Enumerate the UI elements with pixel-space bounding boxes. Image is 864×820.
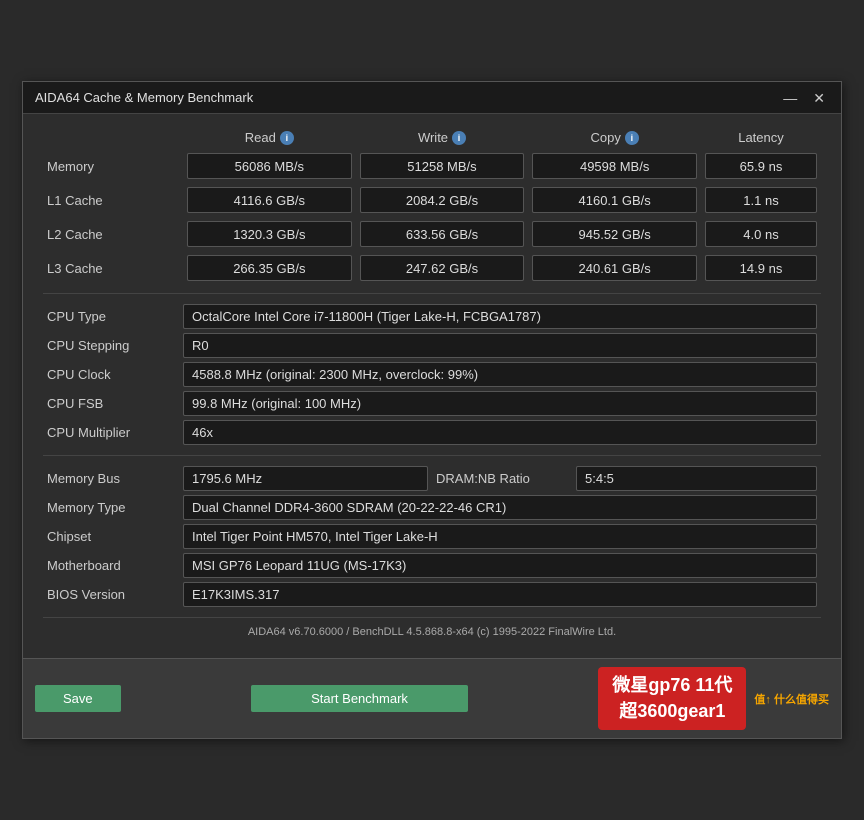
mem-info-row-2: Chipset Intel Tiger Point HM570, Intel T… xyxy=(43,524,821,549)
mem-value-0-b: 5:4:5 xyxy=(576,466,817,491)
mem-info-row-4: BIOS Version E17K3IMS.317 xyxy=(43,582,821,607)
l2cache-copy-value: 945.52 GB/s xyxy=(532,221,697,247)
l1cache-write-value: 2084.2 GB/s xyxy=(360,187,525,213)
l2cache-label: L2 Cache xyxy=(43,227,183,242)
cpu-info-value-1: R0 xyxy=(183,333,817,358)
l3cache-copy-cell: 240.61 GB/s xyxy=(532,255,697,281)
divider-1 xyxy=(43,293,821,294)
cpu-info-label-2: CPU Clock xyxy=(43,367,183,382)
l3cache-row: L3 Cache 266.35 GB/s 247.62 GB/s 240.61 … xyxy=(43,253,821,283)
l2cache-copy-cell: 945.52 GB/s xyxy=(532,221,697,247)
mem-info-row-0: Memory Bus 1795.6 MHz DRAM:NB Ratio 5:4:… xyxy=(43,466,821,491)
mem-info-label-3: Motherboard xyxy=(43,558,183,573)
cpu-info-section: CPU Type OctalCore Intel Core i7-11800H … xyxy=(43,304,821,445)
l1cache-label: L1 Cache xyxy=(43,193,183,208)
mem-info-value-2: Intel Tiger Point HM570, Intel Tiger Lak… xyxy=(183,524,817,549)
window-controls: — ✕ xyxy=(779,91,829,105)
mem-label-0-a: Memory Bus xyxy=(43,471,183,486)
l2cache-read-value: 1320.3 GB/s xyxy=(187,221,352,247)
l3cache-read-value: 266.35 GB/s xyxy=(187,255,352,281)
l1cache-copy-cell: 4160.1 GB/s xyxy=(532,187,697,213)
cpu-info-label-0: CPU Type xyxy=(43,309,183,324)
memory-write-value: 51258 MB/s xyxy=(360,153,525,179)
memory-row: Memory 56086 MB/s 51258 MB/s 49598 MB/s … xyxy=(43,151,821,181)
mem-info-section: Memory Bus 1795.6 MHz DRAM:NB Ratio 5:4:… xyxy=(43,466,821,607)
cpu-info-row-2: CPU Clock 4588.8 MHz (original: 2300 MHz… xyxy=(43,362,821,387)
memory-read-cell: 56086 MB/s xyxy=(187,153,352,179)
cpu-info-value-4: 46x xyxy=(183,420,817,445)
header-write: Write i xyxy=(356,130,529,145)
mem-info-row-1: Memory Type Dual Channel DDR4-3600 SDRAM… xyxy=(43,495,821,520)
l1cache-write-cell: 2084.2 GB/s xyxy=(360,187,525,213)
mem-info-label-1: Memory Type xyxy=(43,500,183,515)
l1cache-read-value: 4116.6 GB/s xyxy=(187,187,352,213)
save-button[interactable]: Save xyxy=(35,685,121,712)
footer-text: AIDA64 v6.70.6000 / BenchDLL 4.5.868.8-x… xyxy=(43,617,821,642)
header-copy: Copy i xyxy=(528,130,701,145)
cpu-info-row-4: CPU Multiplier 46x xyxy=(43,420,821,445)
cpu-info-row-1: CPU Stepping R0 xyxy=(43,333,821,358)
mem-info-label-2: Chipset xyxy=(43,529,183,544)
mem-info-value-4: E17K3IMS.317 xyxy=(183,582,817,607)
l2cache-write-value: 633.56 GB/s xyxy=(360,221,525,247)
memory-write-cell: 51258 MB/s xyxy=(360,153,525,179)
minimize-button[interactable]: — xyxy=(779,91,801,105)
l1cache-latency-value: 1.1 ns xyxy=(705,187,817,213)
l1cache-copy-value: 4160.1 GB/s xyxy=(532,187,697,213)
cpu-info-row-3: CPU FSB 99.8 MHz (original: 100 MHz) xyxy=(43,391,821,416)
header-read: Read i xyxy=(183,130,356,145)
l3cache-latency-value: 14.9 ns xyxy=(705,255,817,281)
memory-copy-cell: 49598 MB/s xyxy=(532,153,697,179)
memory-copy-value: 49598 MB/s xyxy=(532,153,697,179)
l2cache-row: L2 Cache 1320.3 GB/s 633.56 GB/s 945.52 … xyxy=(43,219,821,249)
mem-value-0-a: 1795.6 MHz xyxy=(183,466,428,491)
cpu-info-value-0: OctalCore Intel Core i7-11800H (Tiger La… xyxy=(183,304,817,329)
header-latency: Latency xyxy=(701,130,821,145)
bottom-bar: Save Start Benchmark 微星gp76 11代 超3600gea… xyxy=(23,658,841,737)
cpu-info-value-2: 4588.8 MHz (original: 2300 MHz, overcloc… xyxy=(183,362,817,387)
watermark-line1: 微星gp76 11代 xyxy=(612,673,732,698)
cpu-info-row-0: CPU Type OctalCore Intel Core i7-11800H … xyxy=(43,304,821,329)
titlebar: AIDA64 Cache & Memory Benchmark — ✕ xyxy=(23,82,841,114)
read-info-icon[interactable]: i xyxy=(280,131,294,145)
memory-label: Memory xyxy=(43,159,183,174)
window-title: AIDA64 Cache & Memory Benchmark xyxy=(35,90,253,105)
watermark-line2: 超3600gear1 xyxy=(612,699,732,724)
cpu-info-label-1: CPU Stepping xyxy=(43,338,183,353)
l3cache-write-cell: 247.62 GB/s xyxy=(360,255,525,281)
l3cache-write-value: 247.62 GB/s xyxy=(360,255,525,281)
cpu-info-value-3: 99.8 MHz (original: 100 MHz) xyxy=(183,391,817,416)
copy-info-icon[interactable]: i xyxy=(625,131,639,145)
cpu-info-label-3: CPU FSB xyxy=(43,396,183,411)
l3cache-read-cell: 266.35 GB/s xyxy=(187,255,352,281)
cpu-info-label-4: CPU Multiplier xyxy=(43,425,183,440)
l3cache-label: L3 Cache xyxy=(43,261,183,276)
main-content: Read i Write i Copy i Latency Memory 560… xyxy=(23,114,841,658)
l2cache-read-cell: 1320.3 GB/s xyxy=(187,221,352,247)
l2cache-write-cell: 633.56 GB/s xyxy=(360,221,525,247)
table-header: Read i Write i Copy i Latency xyxy=(43,130,821,145)
l1cache-read-cell: 4116.6 GB/s xyxy=(187,187,352,213)
l3cache-copy-value: 240.61 GB/s xyxy=(532,255,697,281)
l1cache-row: L1 Cache 4116.6 GB/s 2084.2 GB/s 4160.1 … xyxy=(43,185,821,215)
mem-label-0-b: DRAM:NB Ratio xyxy=(432,471,572,486)
main-window: AIDA64 Cache & Memory Benchmark — ✕ Read… xyxy=(22,81,842,738)
start-benchmark-button[interactable]: Start Benchmark xyxy=(251,685,468,712)
mem-info-label-4: BIOS Version xyxy=(43,587,183,602)
memory-latency-value: 65.9 ns xyxy=(705,153,817,179)
close-button[interactable]: ✕ xyxy=(809,91,829,105)
watermark-badge: 微星gp76 11代 超3600gear1 xyxy=(598,667,746,729)
l2cache-latency-value: 4.0 ns xyxy=(705,221,817,247)
brand-label: 值↑ 什么值得买 xyxy=(754,691,829,707)
mem-info-row-3: Motherboard MSI GP76 Leopard 11UG (MS-17… xyxy=(43,553,821,578)
write-info-icon[interactable]: i xyxy=(452,131,466,145)
mem-info-value-1: Dual Channel DDR4-3600 SDRAM (20-22-22-4… xyxy=(183,495,817,520)
memory-read-value: 56086 MB/s xyxy=(187,153,352,179)
mem-info-value-3: MSI GP76 Leopard 11UG (MS-17K3) xyxy=(183,553,817,578)
divider-2 xyxy=(43,455,821,456)
